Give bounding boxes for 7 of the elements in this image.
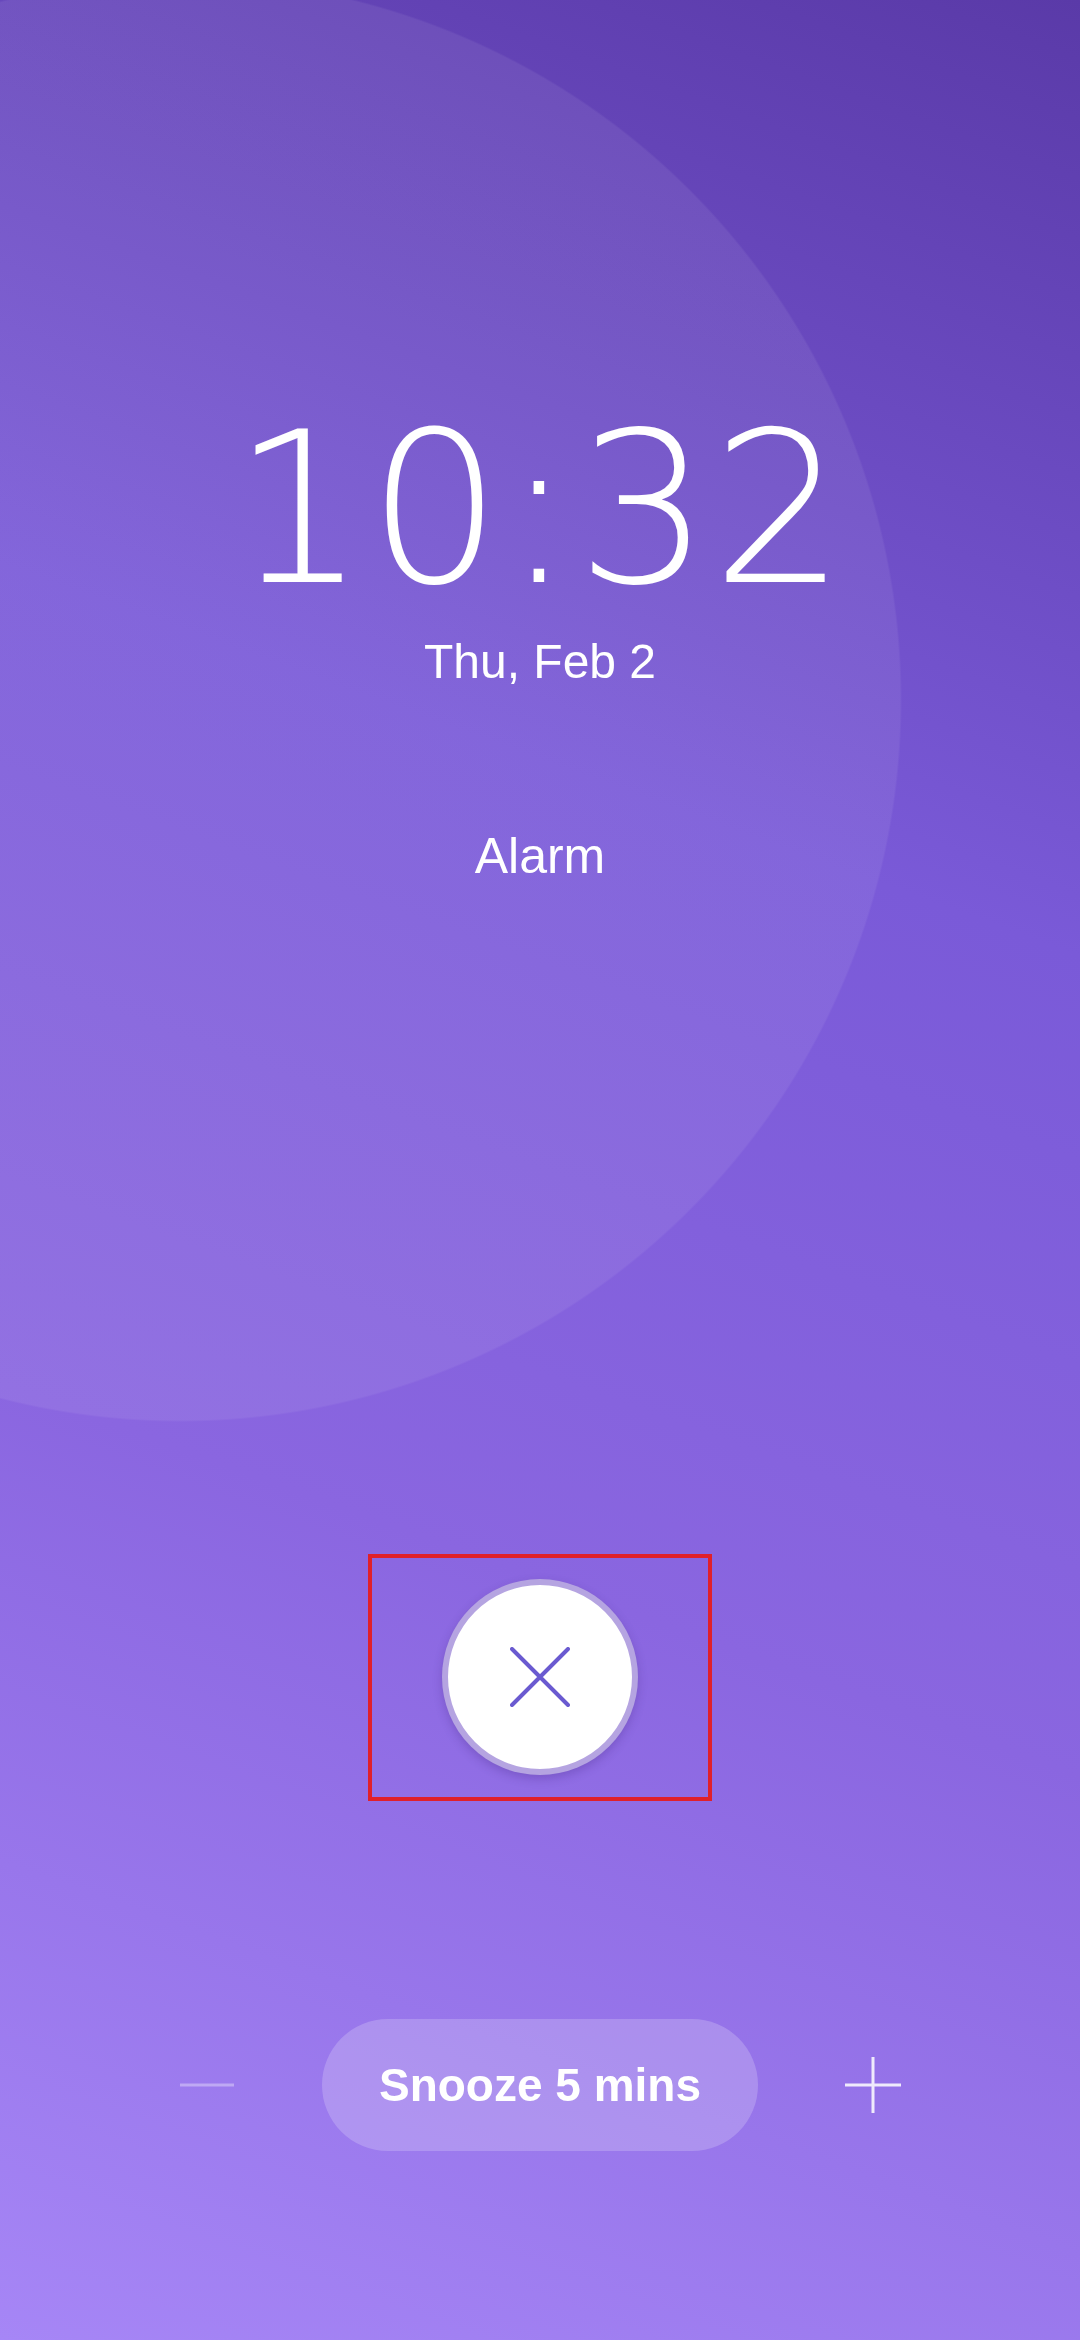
- clock-date: Thu, Feb 2: [423, 634, 657, 690]
- snooze-button[interactable]: Snooze 5 mins: [322, 2018, 758, 2151]
- close-icon: [510, 1647, 570, 1708]
- alarm-label: Alarm: [474, 826, 606, 886]
- plus-icon: [845, 2056, 901, 2113]
- minus-icon: [180, 2082, 234, 2087]
- clock-time: 10:32: [232, 405, 848, 615]
